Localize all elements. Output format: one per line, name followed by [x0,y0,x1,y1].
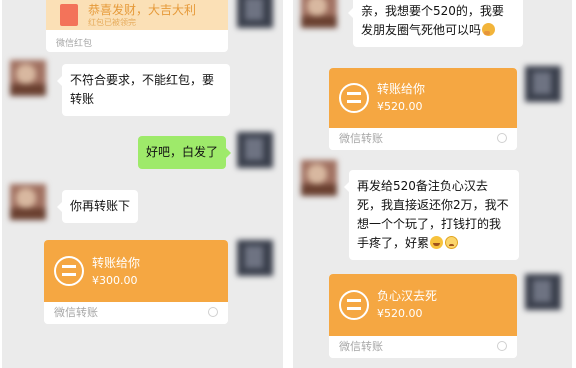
transfer-title: 转账给你 [92,256,141,270]
emoji-laughing-tears [430,236,444,249]
transfer-footer: 微信转账 [329,128,517,150]
red-packet-header: 恭喜发财，大吉大利 红包已被领完 [46,0,228,30]
message-bubble: 亲，我想要个520的，我要发朋友圈气死他可以吗 [348,0,523,47]
red-packet-icon [60,4,78,26]
avatar-self[interactable] [237,0,273,28]
message-bubble-self: 好吧，白发了 [138,136,232,169]
transfer-footer-label: 微信转账 [339,132,383,145]
transfer-arrows-icon [54,256,84,286]
transfer-card-header: 转账给你 ¥300.00 [44,240,228,302]
transfer-footer: 微信转账 [44,302,228,324]
message-bubble: 你再转账下 [56,190,139,223]
emoji-thinking [482,23,496,36]
avatar-contact[interactable] [301,0,337,28]
chat-panel-left: 恭喜发财，大吉大利 红包已被领完 微信红包 不符合要求，不能红包，要转账 好吧，… [2,0,283,368]
transfer-footer-label: 微信转账 [54,306,98,319]
avatar-self[interactable] [237,132,273,168]
red-packet-footer: 微信红包 [56,39,93,49]
red-packet-subtitle: 红包已被领完 [88,18,136,27]
red-packet-card[interactable]: 恭喜发财，大吉大利 红包已被领完 微信红包 [46,0,228,52]
avatar-contact[interactable] [10,184,46,220]
transfer-arrows-icon [339,83,369,113]
transfer-title: 负心汉去死 [377,289,438,303]
transfer-amount: ¥520.00 [377,100,423,113]
message-text: 你再转账下 [70,199,131,213]
avatar-self[interactable] [237,240,273,276]
transfer-card[interactable]: 转账给你 ¥520.00 微信转账 [329,68,517,150]
message-bubble: 不符合要求，不能红包，要转账 [57,64,230,116]
avatar-contact[interactable] [10,60,46,96]
transfer-amount: ¥520.00 [377,307,423,320]
message-bubble: 再发给520备注负心汉去死，我直接返还你2万，我不想一个个玩了，打钱打的我手疼了… [344,170,519,260]
message-text: 好吧，白发了 [146,145,219,159]
red-packet-title: 恭喜发财，大吉大利 [88,3,197,17]
transfer-card[interactable]: 转账给你 ¥300.00 微信转账 [44,240,228,324]
wechat-pay-icon [497,341,507,351]
emoji-sad [445,236,459,249]
message-text: 不符合要求，不能红包，要转账 [70,73,215,106]
transfer-footer: 微信转账 [329,336,517,358]
chat-panel-right: 亲，我想要个520的，我要发朋友圈气死他可以吗 转账给你 ¥520.00 微信转… [293,0,572,368]
wechat-pay-icon [208,307,218,317]
transfer-card-header: 转账给你 ¥520.00 [329,68,517,128]
transfer-title: 转账给你 [377,82,426,96]
wechat-pay-icon [497,133,507,143]
transfer-arrows-icon [339,290,369,320]
transfer-amount: ¥300.00 [92,274,138,287]
avatar-contact[interactable] [301,160,337,196]
transfer-card[interactable]: 负心汉去死 ¥520.00 微信转账 [329,274,517,358]
avatar-self[interactable] [525,66,561,102]
transfer-card-header: 负心汉去死 ¥520.00 [329,274,517,336]
avatar-self[interactable] [525,274,561,310]
transfer-footer-label: 微信转账 [339,340,383,353]
